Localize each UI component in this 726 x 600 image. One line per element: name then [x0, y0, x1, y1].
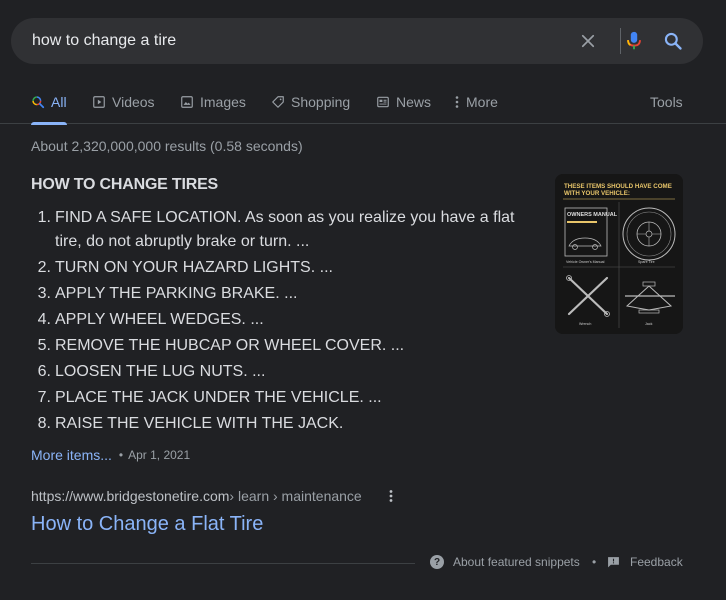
thumbnail-heading-line: THESE ITEMS SHOULD HAVE COME [564, 183, 672, 190]
result-options-button[interactable] [384, 487, 398, 505]
step-number: 1. [37, 209, 51, 226]
tab-label: News [396, 94, 432, 110]
snippet-divider [31, 563, 415, 564]
video-icon [92, 95, 106, 109]
help-icon: ? [430, 555, 444, 569]
step-text: PLACE THE JACK UNDER THE VEHICLE. ... [55, 389, 382, 406]
list-item: 5. REMOVE THE HUBCAP OR WHEEL COVER. ... [31, 334, 531, 358]
label-manual: Vehicle Owner's Manual [566, 260, 605, 264]
step-text: LOOSEN THE LUG NUTS. ... [55, 363, 266, 380]
search-input[interactable] [32, 31, 552, 51]
result-cite[interactable]: https://www.bridgestonetire.com › learn … [31, 488, 362, 504]
tab-label: More [466, 94, 498, 110]
microphone-icon [627, 31, 641, 50]
voice-search-button[interactable] [622, 29, 646, 53]
step-number: 7. [37, 389, 51, 406]
result-title-link[interactable]: How to Change a Flat Tire [31, 513, 263, 536]
feedback-icon [607, 556, 620, 568]
more-vert-icon [389, 490, 393, 502]
tab-label: Shopping [291, 94, 351, 110]
search-bar-divider [620, 28, 621, 54]
step-text: APPLY THE PARKING BRAKE. ... [55, 285, 298, 302]
feedback-label: Feedback [630, 555, 683, 569]
tab-label: Videos [112, 94, 155, 110]
step-text: APPLY WHEEL WEDGES. ... [55, 311, 264, 328]
more-vert-icon [454, 95, 460, 109]
search-icon [664, 32, 682, 50]
snippet-steps: 1. FIND A SAFE LOCATION. As soon as you r… [31, 206, 531, 438]
thumbnail-heading-line: WITH YOUR VEHICLE: [564, 190, 630, 197]
tab-all[interactable]: All [31, 82, 67, 125]
step-text: TURN ON YOUR HAZARD LIGHTS. ... [55, 259, 333, 276]
news-icon [376, 95, 390, 109]
step-text: REMOVE THE HUBCAP OR WHEEL COVER. ... [55, 337, 405, 354]
tab-videos[interactable]: Videos [92, 82, 155, 124]
step-number: 5. [37, 337, 51, 354]
list-item: 6. LOOSEN THE LUG NUTS. ... [31, 360, 531, 384]
snippet-date: Apr 1, 2021 [128, 448, 191, 462]
feedback-link[interactable]: Feedback [607, 555, 683, 569]
step-text: RAISE THE VEHICLE WITH THE JACK. [55, 415, 344, 432]
close-icon [581, 34, 595, 48]
search-icon [31, 95, 45, 109]
label-jack: Jack [645, 322, 653, 326]
label-tire: Spare Tire [638, 260, 655, 264]
step-number: 2. [37, 259, 51, 276]
cite-site: https://www.bridgestonetire.com [31, 488, 230, 504]
breadcrumb: › learn › maintenance [229, 488, 362, 504]
search-bar [11, 18, 703, 64]
tab-images[interactable]: Images [180, 82, 246, 124]
thumbnail-infographic: THESE ITEMS SHOULD HAVE COME WITH YOUR V… [555, 174, 683, 334]
about-featured-snippets-link[interactable]: ? About featured snippets [430, 555, 580, 569]
image-icon [180, 95, 194, 109]
tab-label: Images [200, 94, 246, 110]
list-item: 7. PLACE THE JACK UNDER THE VEHICLE. ... [31, 386, 531, 410]
about-label: About featured snippets [453, 555, 580, 569]
clear-search-button[interactable] [576, 29, 600, 53]
snippet-thumbnail[interactable]: THESE ITEMS SHOULD HAVE COME WITH YOUR V… [555, 174, 683, 334]
tab-news[interactable]: News [376, 82, 431, 124]
tag-icon [271, 95, 285, 109]
manual-title: OWNERS MANUAL [567, 212, 618, 218]
list-item: 3. APPLY THE PARKING BRAKE. ... [31, 282, 531, 306]
step-number: 8. [37, 415, 51, 432]
result-stats: About 2,320,000,000 results (0.58 second… [31, 138, 303, 154]
search-tabs: All Videos Images Shopping News More Too… [0, 82, 726, 125]
tab-more[interactable]: More [454, 82, 498, 124]
list-item: 2. TURN ON YOUR HAZARD LIGHTS. ... [31, 256, 531, 280]
step-number: 6. [37, 363, 51, 380]
label-wrench: Wrench [579, 322, 591, 326]
separator-dot: • [118, 448, 124, 462]
list-item: 8. RAISE THE VEHICLE WITH THE JACK. [31, 412, 531, 436]
step-number: 3. [37, 285, 51, 302]
tab-shopping[interactable]: Shopping [271, 82, 350, 124]
step-text: FIND A SAFE LOCATION. As soon as you rea… [55, 209, 515, 250]
snippet-more-row: More items... • Apr 1, 2021 [31, 447, 190, 463]
tools-button[interactable]: Tools [650, 94, 683, 110]
tab-label: All [51, 94, 67, 110]
step-number: 4. [37, 311, 51, 328]
more-items-link[interactable]: More items... [31, 447, 112, 463]
list-item: 1. FIND A SAFE LOCATION. As soon as you r… [31, 206, 531, 254]
list-item: 4. APPLY WHEEL WEDGES. ... [31, 308, 531, 332]
separator-dot: • [592, 555, 597, 569]
snippet-title: HOW TO CHANGE TIRES [31, 176, 219, 193]
search-button[interactable] [661, 29, 685, 53]
